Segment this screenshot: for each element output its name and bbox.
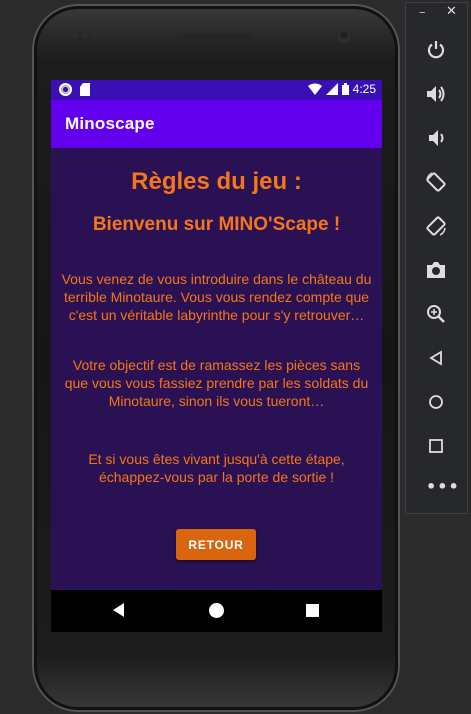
notification-circle-icon	[59, 83, 72, 96]
rotate-right-icon[interactable]	[422, 212, 450, 240]
more-icon[interactable]: •••	[426, 477, 460, 496]
panel-titlebar: – ✕	[406, 3, 469, 23]
volume-up-icon[interactable]	[422, 80, 450, 108]
rules-paragraph-intro: Vous venez de vous introduire dans le ch…	[61, 271, 372, 323]
nav-back-icon[interactable]	[113, 603, 124, 617]
signal-icon	[325, 83, 338, 95]
rules-heading: Règles du jeu :	[131, 168, 302, 195]
battery-icon	[341, 83, 349, 95]
phone-screen: 4:25 Minoscape Règles du jeu : Bienvenu …	[51, 80, 382, 632]
rules-paragraph-exit: Et si vous êtes vivant jusqu'à cette éta…	[88, 451, 345, 485]
status-time: 4:25	[352, 82, 376, 96]
close-icon[interactable]: ✕	[446, 4, 457, 19]
speaker-grille	[72, 32, 108, 42]
nav-recents-icon[interactable]	[306, 604, 319, 617]
back-icon[interactable]	[422, 344, 450, 372]
rules-paragraph-objective: Votre objectif est de ramassez les pièce…	[64, 357, 369, 409]
android-nav-bar	[51, 590, 382, 632]
retour-button[interactable]: RETOUR	[176, 529, 256, 560]
emulator-controls-panel: – ✕ •••	[405, 2, 468, 514]
wifi-icon	[307, 83, 322, 95]
rules-content: Règles du jeu : Bienvenu sur MINO'Scape …	[51, 148, 382, 590]
welcome-heading: Bienvenu sur MINO'Scape !	[92, 214, 341, 235]
earpiece	[182, 34, 252, 40]
home-icon[interactable]	[422, 388, 450, 416]
app-title: Minoscape	[65, 114, 155, 133]
screenshot-icon[interactable]	[422, 256, 450, 284]
power-icon[interactable]	[422, 36, 450, 64]
volume-down-icon[interactable]	[422, 124, 450, 152]
overview-icon[interactable]	[422, 432, 450, 460]
rotate-left-icon[interactable]	[422, 168, 450, 196]
nav-home-icon[interactable]	[209, 603, 224, 618]
app-bar: Minoscape	[51, 100, 382, 148]
front-camera	[337, 28, 351, 42]
zoom-icon[interactable]	[422, 300, 450, 328]
sd-card-icon	[80, 83, 90, 96]
emulator-stage: 4:25 Minoscape Règles du jeu : Bienvenu …	[0, 0, 471, 714]
minimize-icon[interactable]: –	[419, 5, 426, 20]
status-bar: 4:25	[51, 80, 382, 100]
